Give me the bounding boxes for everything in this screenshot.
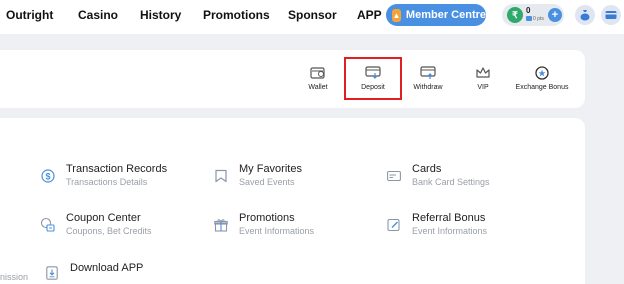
menu-title: Promotions [239,212,295,224]
nav-sponsor[interactable]: Sponsor [288,8,337,22]
exchange-bonus-icon [535,66,549,80]
member-centre-button[interactable]: ▲ Member Centre [386,4,486,26]
account-menu-panel [0,118,585,284]
exchange-bonus-action[interactable]: Exchange Bonus [507,66,577,91]
balance-chip[interactable]: ₹ 0 0 pts + [502,4,564,26]
menu-promotions[interactable]: Promotions Event Informations [213,212,314,237]
wallet-icon [310,67,325,79]
points-icon [526,16,532,22]
menu-transaction-records[interactable]: $ Transaction Records Transactions Detail… [40,163,167,188]
edit-icon [386,217,402,233]
svg-text:$: $ [45,172,50,182]
bookmark-icon [213,168,229,184]
card-button[interactable] [601,5,621,25]
withdraw-label: Withdraw [413,84,443,91]
money-bag-button[interactable] [575,5,595,25]
menu-title: Download APP [70,262,144,274]
top-nav: Outright Casino History Promotions Spons… [0,0,624,34]
menu-title: Cards [412,163,442,175]
menu-title: Coupon Center [66,212,141,224]
add-funds-button[interactable]: + [548,8,562,22]
dollar-icon: $ [40,168,56,184]
nav-promotions[interactable]: Promotions [203,8,270,22]
menu-cards[interactable]: Cards Bank Card Settings [386,163,490,188]
withdraw-icon [420,66,436,79]
money-bag-icon [580,10,590,21]
points-value: 0 pts [533,16,544,22]
menu-subtitle: Event Informations [239,226,315,236]
crown-icon [476,67,490,78]
cutoff-sidebar-text: nission [0,272,29,282]
card-icon [386,168,402,184]
member-centre-icon: ▲ [392,8,401,22]
balance-amount: 0 [526,6,531,15]
menu-referral-bonus[interactable]: Referral Bonus Event Informations [386,212,487,237]
menu-subtitle: Bank Card Settings [412,177,490,187]
gift-icon [213,217,229,233]
menu-title: Transaction Records [66,163,168,175]
menu-title: Referral Bonus [412,212,486,224]
member-centre-label: Member Centre [405,9,486,21]
nav-app[interactable]: APP [357,8,382,22]
coupon-icon [40,217,56,233]
points-balance: 0 pts [526,16,544,22]
nav-outright[interactable]: Outright [6,8,53,22]
menu-subtitle: Event Informations [412,226,488,236]
menu-subtitle: Transactions Details [66,177,148,187]
nav-casino[interactable]: Casino [78,8,118,22]
menu-download-app[interactable]: Download APP [44,262,143,281]
menu-my-favorites[interactable]: My Favorites Saved Events [213,163,302,188]
menu-subtitle: Coupons, Bet Credits [66,226,152,236]
rupee-coin-icon: ₹ [507,7,523,23]
menu-coupon-center[interactable]: Coupon Center Coupons, Bet Credits [40,212,152,237]
menu-subtitle: Saved Events [239,177,295,187]
download-icon [44,265,60,281]
wallet-label: Wallet [308,84,328,91]
vip-label: VIP [477,84,489,91]
exchange-bonus-label: Exchange Bonus [515,84,569,91]
nav-history[interactable]: History [140,8,181,22]
menu-title: My Favorites [239,163,302,175]
card-icon [605,11,617,19]
